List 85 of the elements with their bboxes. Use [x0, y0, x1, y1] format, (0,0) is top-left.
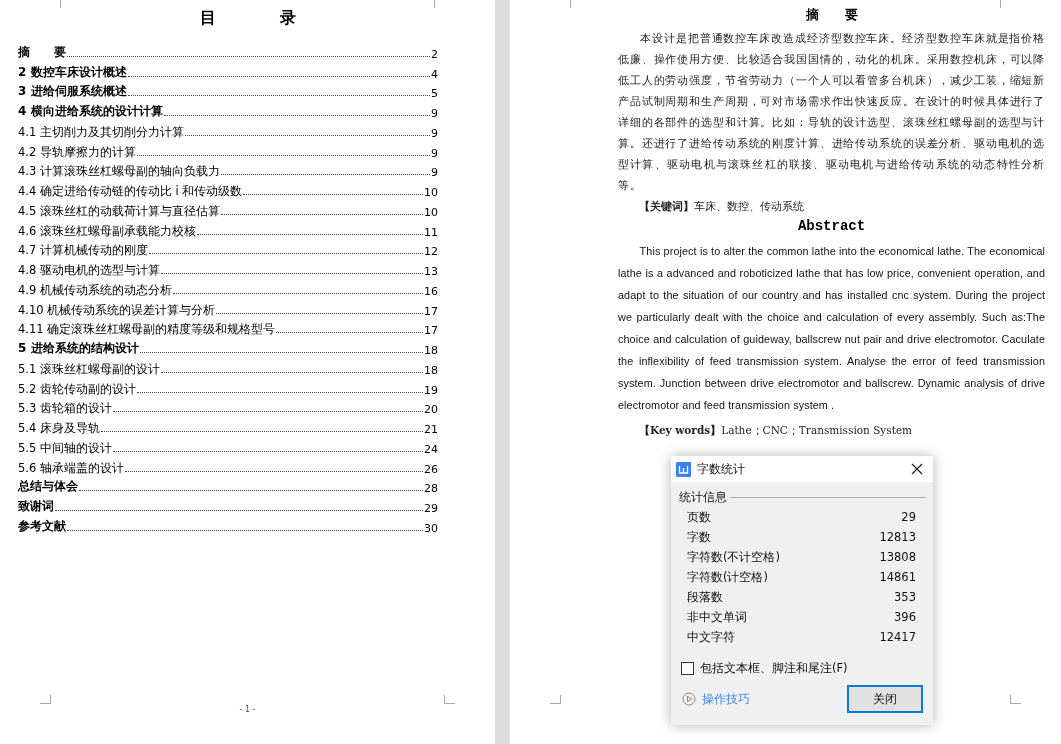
- page-number: 26: [424, 462, 438, 476]
- toc-entry[interactable]: 4.1 主切削力及其切削分力计算: [18, 124, 184, 140]
- stat-label: 字符数(计空格): [687, 569, 768, 585]
- page-number: 13: [424, 265, 438, 278]
- stat-value: 12813: [879, 530, 916, 544]
- stat-value: 353: [894, 590, 916, 604]
- page-number: 9: [431, 126, 438, 140]
- stat-value: 29: [901, 510, 916, 524]
- checkbox-label: 包括文本框、脚注和尾注(F): [700, 661, 848, 676]
- stat-value: 14861: [879, 570, 916, 584]
- crop-mark: [550, 695, 561, 704]
- toc-entry[interactable]: 4.6 滚珠丝杠螺母副承载能力校核: [18, 223, 196, 239]
- page-number: 12: [424, 245, 438, 259]
- toc-entry[interactable]: 4.7 计算机械传动的刚度: [18, 243, 148, 259]
- stat-value: 396: [894, 610, 916, 624]
- toc-entry[interactable]: 4.9 机械传动系统的动态分析: [18, 282, 172, 298]
- page-number: 28: [424, 482, 438, 496]
- keywords: 【Key words】Lathe；CNC；Transmission System: [638, 423, 914, 438]
- group-label: 统计信息: [679, 490, 727, 505]
- toc-entry[interactable]: 摘 要: [18, 43, 66, 61]
- toc-entry[interactable]: 2 数控车床设计概述: [18, 63, 127, 81]
- play-icon: [682, 692, 696, 706]
- toc-entry[interactable]: 5.6 轴承端盖的设计: [18, 460, 124, 476]
- page-number: 2: [431, 47, 438, 61]
- toc-entry[interactable]: 4.8 驱动电机的选型与计算: [18, 263, 160, 278]
- toc-entry[interactable]: 3 进给伺服系统概述: [18, 83, 127, 101]
- page-number: 17: [424, 304, 438, 318]
- page-number: 24: [424, 442, 438, 456]
- toc-entry[interactable]: 4.5 滚珠丝杠的动载荷计算与直径估算: [18, 203, 220, 219]
- stat-label: 页数: [687, 509, 711, 525]
- stat-label: 段落数: [687, 589, 723, 605]
- toc-entry[interactable]: 4 横向进给系统的设计计算: [18, 103, 163, 120]
- stat-label: 字符数(不计空格): [687, 549, 780, 565]
- close-button[interactable]: [909, 461, 925, 477]
- page-number: 18: [424, 344, 438, 357]
- abstract-heading: Abstract: [796, 218, 867, 234]
- dialog-title: 字数统计: [697, 460, 746, 478]
- toc-entry[interactable]: 5.2 齿轮传动副的设计: [18, 381, 136, 397]
- keywords: 【关键词】车床、数控、传动系统: [638, 199, 805, 214]
- page-number: 10: [424, 186, 438, 199]
- abstract-paragraph: 本设计是把普通数控车床改造成经济型数控车床。经济型数控车床就是指价格低廉、操作使用方便、比较适合我国国情的，动化的机床。采用数控机床，可以降低工人的劳动强度，节省劳动力（一个人可以看管多台机床），减少工装，缩短新产品试制周期和生产周期，可对市场需求作出快速反应。在设计的时候具体进行了详细的各部件的选型和计算。比如：导轨的设计选型、滚珠丝杠螺母副的选型与计算。还进行了进给传动系统的刚度计算、进给传动系统的误差分析、驱动电机的选型计算、驱动电机与滚珠丝杠的联接、驱动电机与进给传动系统的动态特性分析等。: [618, 31, 1045, 194]
- toc-entry[interactable]: 5.5 中间轴的设计: [18, 440, 112, 456]
- toc-entry[interactable]: 5.1 滚珠丝杠螺母副的设计: [18, 361, 160, 377]
- page-number: 16: [424, 284, 438, 298]
- abstract-heading: 摘 要: [804, 6, 859, 24]
- stat-label: 非中文单词: [687, 609, 747, 625]
- toc-entry[interactable]: 5 进给系统的结构设计: [18, 340, 139, 357]
- toc-entry[interactable]: 5.4 床身及导轨: [18, 421, 100, 436]
- toc-entry[interactable]: 4.4 确定进给传动链的传动比 i 和传动级数: [18, 184, 243, 199]
- toc-entry[interactable]: 4.10 机械传动系统的误差计算与分析: [18, 302, 216, 318]
- stat-label: 中文字符: [687, 629, 735, 645]
- page-number: 9: [431, 107, 438, 120]
- crop-mark: [444, 695, 455, 704]
- toc-entry[interactable]: 致谢词: [18, 498, 54, 515]
- stat-value: 13808: [879, 550, 916, 564]
- page-number: 17: [424, 324, 438, 338]
- crop-mark: [40, 695, 51, 704]
- checkbox[interactable]: [681, 662, 694, 675]
- page-number: 19: [424, 383, 438, 397]
- page-number: 18: [424, 363, 438, 377]
- page-number: 20: [424, 403, 438, 417]
- page-number: 10: [424, 205, 438, 219]
- stat-value: 12417: [879, 630, 916, 644]
- toc-entry[interactable]: 4.2 导轨摩擦力的计算: [18, 144, 136, 160]
- page-number: 9: [431, 166, 438, 180]
- page-number: 5: [431, 87, 438, 101]
- toc-entry[interactable]: 参考文献: [18, 517, 66, 535]
- page-number: 9: [431, 146, 438, 160]
- close-dialog-button[interactable]: 关闭: [847, 685, 923, 713]
- page-number: 4: [431, 67, 438, 81]
- toc-entry[interactable]: 5.3 齿轮箱的设计: [18, 401, 112, 417]
- page-number: 11: [424, 225, 438, 239]
- toc-entry[interactable]: 4.11 确定滚珠丝杠螺母副的精度等级和规格型号: [18, 322, 276, 338]
- close-icon: [911, 463, 923, 475]
- page-number: 21: [424, 423, 438, 436]
- toc-entry[interactable]: 总结与体会: [18, 478, 78, 496]
- stat-label: 字数: [687, 529, 711, 545]
- page-footer: - 1 -: [0, 705, 495, 714]
- app-icon: [676, 461, 691, 477]
- abstract-paragraph: This project is to alter the common lathe into the economical lathe. The economical lathe is a advanced and roboticized lathe that has low price, convenient operation, and adapt to the situation of our country and has installed cnc system. During the project we particularly dealt with the choice and calculation of every assembly. Such as:The choice and calculation of guideway, ballscrew nut pair and drive electromotor. Caculate the inflexibility of feed transmission system. Analyse the error of feed transmission system. Junction between drive electromotor and ballscrew. Dynamic analysis of drive electromotor and feed transmission system .: [618, 244, 1045, 413]
- toc-entry[interactable]: 4.3 计算滚珠丝杠螺母副的轴向负载力: [18, 164, 220, 180]
- page-number: 29: [424, 502, 438, 515]
- crop-mark: [1010, 695, 1021, 704]
- toc-title: 目 录: [198, 8, 297, 29]
- page-number: 30: [424, 521, 438, 535]
